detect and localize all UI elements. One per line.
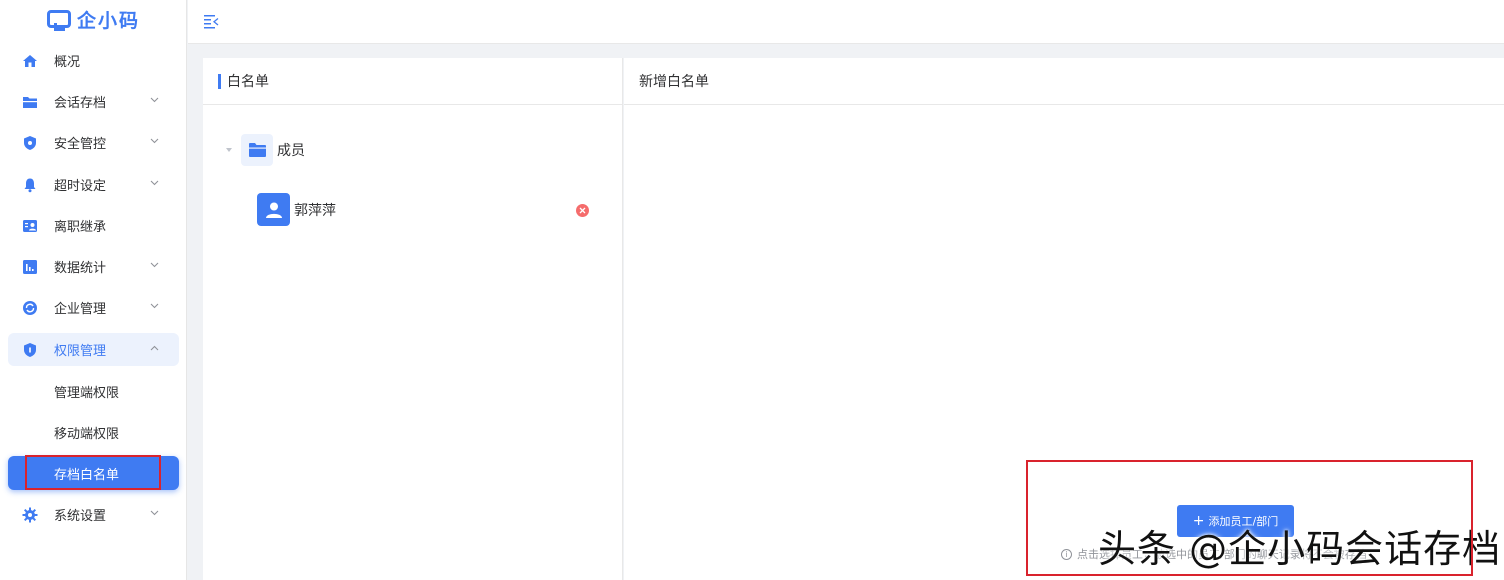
whitelist-panel-header: 白名单 bbox=[203, 58, 622, 105]
sidebar-item-label: 离职继承 bbox=[54, 220, 107, 235]
bell-icon bbox=[22, 177, 38, 193]
sidebar-item-timeout[interactable]: 超时设定 bbox=[8, 168, 179, 201]
whitelist-panel-title: 白名单 bbox=[227, 74, 269, 90]
sidebar-subitem-archive-whitelist[interactable]: 存档白名单 bbox=[8, 456, 179, 490]
tree-member-node[interactable]: 郭萍萍 bbox=[257, 193, 336, 226]
sidebar-item-security[interactable]: 安全管控 bbox=[8, 126, 179, 159]
menu-fold-icon[interactable] bbox=[203, 13, 219, 29]
sidebar-item-system-settings[interactable]: 系统设置 bbox=[8, 498, 179, 531]
sidebar-subitem-mobile-permissions[interactable]: 移动端权限 bbox=[8, 415, 179, 449]
shield-icon bbox=[22, 135, 38, 151]
sidebar-item-label: 数据统计 bbox=[54, 261, 107, 276]
sidebar-item-label: 超时设定 bbox=[54, 179, 107, 194]
sidebar-item-enterprise[interactable]: 企业管理 bbox=[8, 291, 179, 324]
topbar bbox=[188, 0, 1504, 44]
sidebar-item-overview[interactable]: 概况 bbox=[8, 44, 179, 77]
sidebar-item-resignation-inherit[interactable]: 离职继承 bbox=[8, 209, 179, 242]
chevron-down-icon bbox=[149, 301, 159, 311]
chevron-down-icon bbox=[149, 136, 159, 146]
bar-chart-icon bbox=[22, 259, 38, 275]
tree-group-node[interactable]: 成员 bbox=[226, 134, 305, 166]
sidebar-item-label: 安全管控 bbox=[54, 137, 107, 152]
hint-text: i 点击选择员工，被选中的员工/部门的聊天记录将不会被存档 bbox=[1061, 546, 1367, 562]
sidebar-item-label: 会话存档 bbox=[54, 96, 107, 111]
chevron-down-icon bbox=[149, 178, 159, 188]
user-card-icon bbox=[22, 218, 38, 234]
sidebar-item-statistics[interactable]: 数据统计 bbox=[8, 250, 179, 283]
caret-down-icon[interactable] bbox=[226, 148, 232, 152]
add-whitelist-panel: 新增白名单 bbox=[624, 58, 1504, 580]
add-whitelist-panel-title: 新增白名单 bbox=[639, 74, 709, 90]
sidebar: 企小码 概况 会话存档 安全管控 超时设定 离职继承 数据统计 企业管理 权限管… bbox=[0, 0, 187, 580]
logo[interactable]: 企小码 bbox=[0, 0, 187, 38]
logo-mark-icon bbox=[46, 10, 71, 31]
gear-icon bbox=[22, 507, 38, 523]
remove-member-icon[interactable] bbox=[576, 204, 589, 217]
sidebar-item-session-archive[interactable]: 会话存档 bbox=[8, 85, 179, 118]
sidebar-item-label: 企业管理 bbox=[54, 302, 107, 317]
add-employee-department-button[interactable]: + 添加员工/部门 bbox=[1177, 505, 1294, 537]
user-avatar-icon bbox=[257, 193, 290, 226]
title-accent-bar bbox=[218, 73, 221, 89]
logo-text: 企小码 bbox=[76, 9, 140, 32]
sidebar-item-label: 系统设置 bbox=[54, 509, 107, 524]
hint-label: 点击选择员工，被选中的员工/部门的聊天记录将不会被存档 bbox=[1077, 548, 1367, 561]
chevron-down-icon bbox=[149, 95, 159, 105]
lock-shield-icon bbox=[22, 342, 38, 358]
sidebar-subitem-admin-permissions[interactable]: 管理端权限 bbox=[8, 374, 179, 408]
add-button-label: 添加员工/部门 bbox=[1208, 515, 1279, 528]
sidebar-item-permissions[interactable]: 权限管理 bbox=[8, 333, 179, 366]
folder-icon bbox=[241, 134, 273, 166]
plus-icon: + bbox=[1192, 513, 1205, 529]
sidebar-item-label: 权限管理 bbox=[54, 344, 107, 359]
chevron-down-icon bbox=[149, 508, 159, 518]
tree-group-label: 成员 bbox=[277, 143, 305, 159]
sidebar-item-label: 概况 bbox=[54, 55, 81, 70]
sync-icon bbox=[22, 300, 38, 316]
chevron-down-icon bbox=[149, 260, 159, 270]
folder-icon bbox=[22, 94, 38, 110]
info-icon: i bbox=[1061, 548, 1072, 560]
add-whitelist-panel-header: 新增白名单 bbox=[624, 58, 1504, 105]
member-name: 郭萍萍 bbox=[294, 202, 336, 219]
chevron-up-icon bbox=[149, 343, 159, 353]
home-icon bbox=[22, 53, 38, 69]
